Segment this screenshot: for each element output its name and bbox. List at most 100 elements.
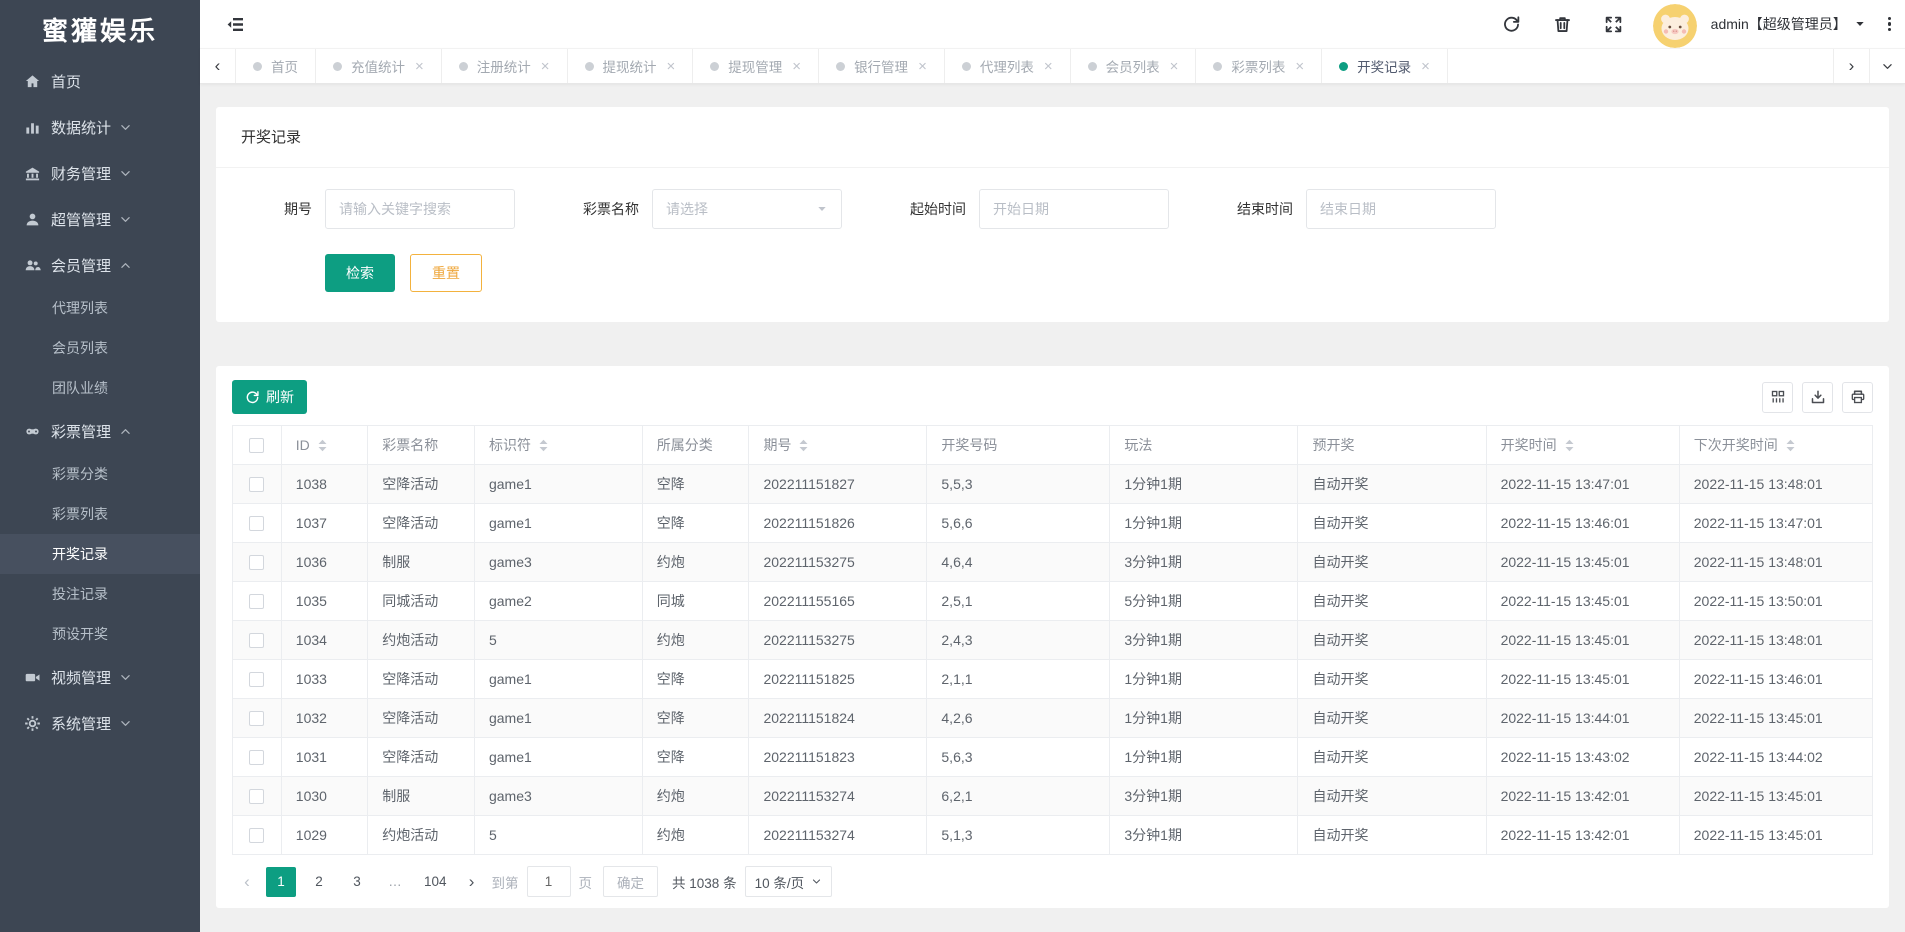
row-checkbox[interactable] bbox=[249, 477, 264, 492]
column-header-code[interactable]: 标识符 bbox=[474, 426, 642, 465]
row-checkbox[interactable] bbox=[249, 789, 264, 804]
tab-member-list[interactable]: 会员列表× bbox=[1071, 49, 1197, 83]
issue-label: 期号 bbox=[240, 199, 312, 219]
chevron-down-icon bbox=[119, 121, 132, 134]
row-checkbox[interactable] bbox=[249, 594, 264, 609]
lottery-select[interactable]: 请选择 bbox=[652, 189, 842, 229]
page-size-select[interactable]: 10 条/页 bbox=[745, 866, 833, 897]
sidebar-subitem-bet-records[interactable]: 投注记录 bbox=[0, 574, 200, 614]
tab-close-icon[interactable]: × bbox=[667, 58, 676, 75]
cell-id: 1036 bbox=[281, 543, 367, 582]
tab-draw-records[interactable]: 开奖记录 × bbox=[1322, 49, 1448, 83]
tab-label: 彩票列表 bbox=[1231, 56, 1285, 76]
toggle-columns-button[interactable] bbox=[1762, 382, 1793, 413]
start-date-input[interactable] bbox=[979, 189, 1169, 229]
cell-numbers: 4,6,4 bbox=[927, 543, 1110, 582]
user-menu[interactable]: admin【超级管理员】 bbox=[1711, 14, 1847, 34]
sidebar-item-system[interactable]: 系统管理 bbox=[0, 700, 200, 746]
refresh-icon[interactable] bbox=[1502, 15, 1521, 34]
cell-predraw: 自动开奖 bbox=[1298, 660, 1486, 699]
page-number-104[interactable]: 104 bbox=[418, 867, 453, 897]
row-checkbox[interactable] bbox=[249, 828, 264, 843]
row-checkbox[interactable] bbox=[249, 672, 264, 687]
tabs-menu-icon[interactable] bbox=[1869, 49, 1905, 83]
table-toolbar: 刷新 bbox=[232, 380, 1873, 414]
end-date-input[interactable] bbox=[1306, 189, 1496, 229]
column-header-name: 彩票名称 bbox=[368, 426, 475, 465]
fullscreen-icon[interactable] bbox=[1604, 15, 1623, 34]
tab-withdraw-stats[interactable]: 提现统计× bbox=[568, 49, 694, 83]
row-checkbox[interactable] bbox=[249, 516, 264, 531]
sidebar-subitem-member-list[interactable]: 会员列表 bbox=[0, 328, 200, 368]
sidebar-subitem-preset-draw[interactable]: 预设开奖 bbox=[0, 614, 200, 654]
tab-bank-manage[interactable]: 银行管理× bbox=[819, 49, 945, 83]
issue-input[interactable] bbox=[325, 189, 515, 229]
column-header-id[interactable]: ID bbox=[281, 426, 367, 465]
sidebar-item-home[interactable]: 首页 bbox=[0, 58, 200, 104]
sidebar-subitem-lottery-category[interactable]: 彩票分类 bbox=[0, 454, 200, 494]
select-all-checkbox[interactable] bbox=[249, 438, 264, 453]
sidebar-item-video[interactable]: 视频管理 bbox=[0, 654, 200, 700]
pagination: ‹ 123…104 › 到第 页 确定 共 1038 条 10 条/页 bbox=[232, 855, 1873, 908]
row-checkbox[interactable] bbox=[249, 633, 264, 648]
cell-play: 1分钟1期 bbox=[1110, 660, 1298, 699]
next-page-icon[interactable]: › bbox=[457, 867, 487, 897]
tab-label: 首页 bbox=[271, 56, 298, 76]
tab-register-stats[interactable]: 注册统计× bbox=[442, 49, 568, 83]
sidebar-item-finance[interactable]: 财务管理 bbox=[0, 150, 200, 196]
page-number-2[interactable]: 2 bbox=[304, 867, 334, 897]
page-number-1[interactable]: 1 bbox=[266, 867, 296, 897]
sidebar-subitem-agent-list[interactable]: 代理列表 bbox=[0, 288, 200, 328]
row-checkbox[interactable] bbox=[249, 555, 264, 570]
end-time-label: 结束时间 bbox=[1221, 199, 1293, 219]
goto-confirm-button[interactable]: 确定 bbox=[603, 866, 658, 897]
export-button[interactable] bbox=[1802, 382, 1833, 413]
tab-close-icon[interactable]: × bbox=[918, 58, 927, 75]
sidebar-item-lottery[interactable]: 彩票管理 bbox=[0, 408, 200, 454]
tab-close-icon[interactable]: × bbox=[792, 58, 801, 75]
tab-close-icon[interactable]: × bbox=[415, 58, 424, 75]
avatar[interactable] bbox=[1653, 4, 1697, 48]
prev-page-icon[interactable]: ‹ bbox=[232, 867, 262, 897]
sidebar-item-super-admin[interactable]: 超管管理 bbox=[0, 196, 200, 242]
tab-label: 开奖记录 bbox=[1357, 56, 1411, 76]
caret-down-icon[interactable] bbox=[1854, 18, 1866, 30]
tab-recharge-stats[interactable]: 充值统计× bbox=[316, 49, 442, 83]
cell-name: 约炮活动 bbox=[368, 816, 475, 855]
kebab-menu-icon[interactable] bbox=[1888, 17, 1891, 32]
sidebar-subitem-draw-records[interactable]: 开奖记录 bbox=[0, 534, 200, 574]
print-button[interactable] bbox=[1842, 382, 1873, 413]
trash-icon[interactable] bbox=[1553, 15, 1572, 34]
row-checkbox[interactable] bbox=[249, 711, 264, 726]
cell-draw_time: 2022-11-15 13:46:01 bbox=[1486, 504, 1679, 543]
cell-next_time: 2022-11-15 13:45:01 bbox=[1679, 816, 1872, 855]
page-ellipsis[interactable]: … bbox=[380, 867, 410, 897]
column-header-next_time[interactable]: 下次开奖时间 bbox=[1679, 426, 1872, 465]
tab-withdraw-manage[interactable]: 提现管理× bbox=[693, 49, 819, 83]
tab-close-icon[interactable]: × bbox=[1044, 58, 1053, 75]
tab-close-icon[interactable]: × bbox=[1170, 58, 1179, 75]
tabs-scroll-right-icon[interactable]: › bbox=[1833, 49, 1869, 83]
page-number-3[interactable]: 3 bbox=[342, 867, 372, 897]
sidebar-subitem-lottery-list[interactable]: 彩票列表 bbox=[0, 494, 200, 534]
collapse-sidebar-icon[interactable] bbox=[226, 15, 245, 34]
column-header-draw_time[interactable]: 开奖时间 bbox=[1486, 426, 1679, 465]
tab-close-icon[interactable]: × bbox=[1295, 58, 1304, 75]
sidebar-item-members[interactable]: 会员管理 bbox=[0, 242, 200, 288]
sidebar-subitem-label: 彩票列表 bbox=[52, 504, 108, 524]
reset-button[interactable]: 重置 bbox=[410, 254, 482, 292]
goto-page-input[interactable] bbox=[527, 866, 571, 897]
tabs-scroll-left-icon[interactable]: ‹ bbox=[200, 49, 236, 83]
column-header-issue[interactable]: 期号 bbox=[749, 426, 927, 465]
tab-close-icon[interactable]: × bbox=[1421, 58, 1430, 75]
search-button[interactable]: 检索 bbox=[325, 254, 395, 292]
tab-close-icon[interactable]: × bbox=[541, 58, 550, 75]
refresh-table-button[interactable]: 刷新 bbox=[232, 380, 307, 414]
select-all-cell bbox=[233, 426, 282, 465]
tab-lottery-list[interactable]: 彩票列表 × bbox=[1196, 49, 1322, 83]
tab-agent-list[interactable]: 代理列表× bbox=[945, 49, 1071, 83]
sidebar-item-data-stats[interactable]: 数据统计 bbox=[0, 104, 200, 150]
tab-home[interactable]: 首页 bbox=[236, 49, 316, 83]
row-checkbox[interactable] bbox=[249, 750, 264, 765]
sidebar-subitem-team-performance[interactable]: 团队业绩 bbox=[0, 368, 200, 408]
